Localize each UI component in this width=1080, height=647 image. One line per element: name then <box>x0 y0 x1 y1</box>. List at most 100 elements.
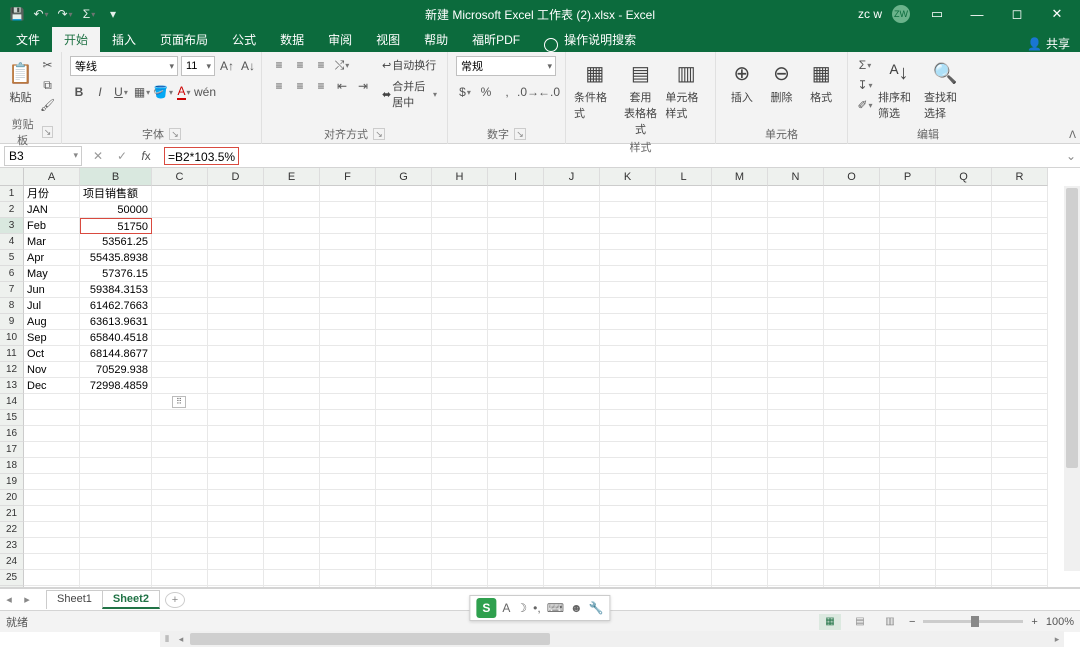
zoom-slider-thumb[interactable] <box>971 616 979 627</box>
cell[interactable] <box>936 410 992 426</box>
cell[interactable] <box>824 330 880 346</box>
cell[interactable] <box>320 202 376 218</box>
cell[interactable] <box>936 538 992 554</box>
cell[interactable] <box>768 346 824 362</box>
cell[interactable] <box>768 410 824 426</box>
cell[interactable] <box>936 442 992 458</box>
cell[interactable] <box>152 250 208 266</box>
cell[interactable] <box>264 234 320 250</box>
cell[interactable] <box>824 314 880 330</box>
cell[interactable] <box>992 554 1048 570</box>
undo-icon[interactable]: ↶ <box>30 3 52 25</box>
cell[interactable] <box>544 474 600 490</box>
cell[interactable] <box>208 282 264 298</box>
cell[interactable] <box>656 282 712 298</box>
row-header[interactable]: 12 <box>0 362 24 378</box>
cell[interactable] <box>936 314 992 330</box>
cell[interactable] <box>544 298 600 314</box>
cell[interactable] <box>208 330 264 346</box>
cell[interactable] <box>824 218 880 234</box>
cell[interactable] <box>208 410 264 426</box>
cell[interactable] <box>936 250 992 266</box>
cell[interactable] <box>936 234 992 250</box>
cell[interactable] <box>152 570 208 586</box>
cell[interactable] <box>208 378 264 394</box>
cell[interactable]: 50000 <box>80 202 152 218</box>
cell[interactable] <box>880 506 936 522</box>
share-icon[interactable]: 👤 <box>1027 37 1042 51</box>
tab-页面布局[interactable]: 页面布局 <box>148 27 220 52</box>
cell[interactable] <box>208 570 264 586</box>
cell[interactable] <box>320 394 376 410</box>
cell[interactable] <box>656 426 712 442</box>
cell[interactable] <box>600 586 656 588</box>
cell[interactable] <box>824 282 880 298</box>
cell[interactable]: Jul <box>24 298 80 314</box>
row-header[interactable]: 26 <box>0 586 24 588</box>
cell[interactable] <box>488 474 544 490</box>
cell[interactable] <box>880 378 936 394</box>
row-header[interactable]: 9 <box>0 314 24 330</box>
cell[interactable] <box>80 426 152 442</box>
column-header[interactable]: C <box>152 168 208 186</box>
row-header[interactable]: 17 <box>0 442 24 458</box>
autosum-icon[interactable]: Σ <box>78 3 100 25</box>
cell[interactable] <box>768 538 824 554</box>
cell[interactable] <box>152 522 208 538</box>
row-header[interactable]: 13 <box>0 378 24 394</box>
cell[interactable] <box>992 490 1048 506</box>
cell[interactable] <box>824 410 880 426</box>
cell[interactable] <box>712 378 768 394</box>
cell[interactable] <box>992 186 1048 202</box>
cell[interactable]: Feb <box>24 218 80 234</box>
cell[interactable] <box>376 186 432 202</box>
cell[interactable] <box>264 554 320 570</box>
column-header[interactable]: O <box>824 168 880 186</box>
accounting-format-icon[interactable]: $ <box>456 83 474 101</box>
new-sheet-button[interactable]: + <box>165 592 185 608</box>
cell[interactable] <box>376 538 432 554</box>
row-header[interactable]: 20 <box>0 490 24 506</box>
cell[interactable] <box>488 298 544 314</box>
cell[interactable] <box>880 394 936 410</box>
cell[interactable] <box>208 554 264 570</box>
cell[interactable] <box>264 506 320 522</box>
cell[interactable] <box>992 218 1048 234</box>
tab-插入[interactable]: 插入 <box>100 27 148 52</box>
cell[interactable] <box>264 442 320 458</box>
cancel-formula-icon[interactable]: ✕ <box>86 149 110 163</box>
decrease-indent-icon[interactable]: ⇤ <box>333 77 351 95</box>
cell[interactable] <box>880 538 936 554</box>
cell[interactable] <box>600 298 656 314</box>
cell[interactable] <box>208 314 264 330</box>
cell[interactable] <box>656 490 712 506</box>
scroll-right-arrow-icon[interactable]: ▸ <box>1050 634 1064 645</box>
cell[interactable] <box>264 394 320 410</box>
cell[interactable] <box>432 266 488 282</box>
cell[interactable] <box>488 346 544 362</box>
cell[interactable] <box>544 426 600 442</box>
cell[interactable] <box>320 218 376 234</box>
cell[interactable]: Dec <box>24 378 80 394</box>
cell[interactable] <box>880 202 936 218</box>
cell[interactable] <box>712 218 768 234</box>
cell[interactable] <box>376 522 432 538</box>
cell[interactable] <box>544 250 600 266</box>
cell[interactable] <box>24 410 80 426</box>
number-format-select[interactable]: 常规 <box>456 56 556 76</box>
cell[interactable] <box>936 426 992 442</box>
cell[interactable] <box>80 554 152 570</box>
increase-font-icon[interactable]: A↑ <box>218 57 236 75</box>
cell[interactable] <box>656 394 712 410</box>
cell[interactable]: 72998.4859 <box>80 378 152 394</box>
cell[interactable]: Aug <box>24 314 80 330</box>
tell-me-search[interactable]: 操作说明搜索 <box>558 27 648 52</box>
cell[interactable] <box>544 554 600 570</box>
insert-function-icon[interactable]: fx <box>134 149 158 163</box>
zoom-out-button[interactable]: − <box>909 616 915 628</box>
cell[interactable] <box>768 458 824 474</box>
cell[interactable] <box>80 442 152 458</box>
cell[interactable]: 53561.25 <box>80 234 152 250</box>
scrollbar-thumb[interactable] <box>1066 188 1078 468</box>
cell[interactable] <box>936 522 992 538</box>
